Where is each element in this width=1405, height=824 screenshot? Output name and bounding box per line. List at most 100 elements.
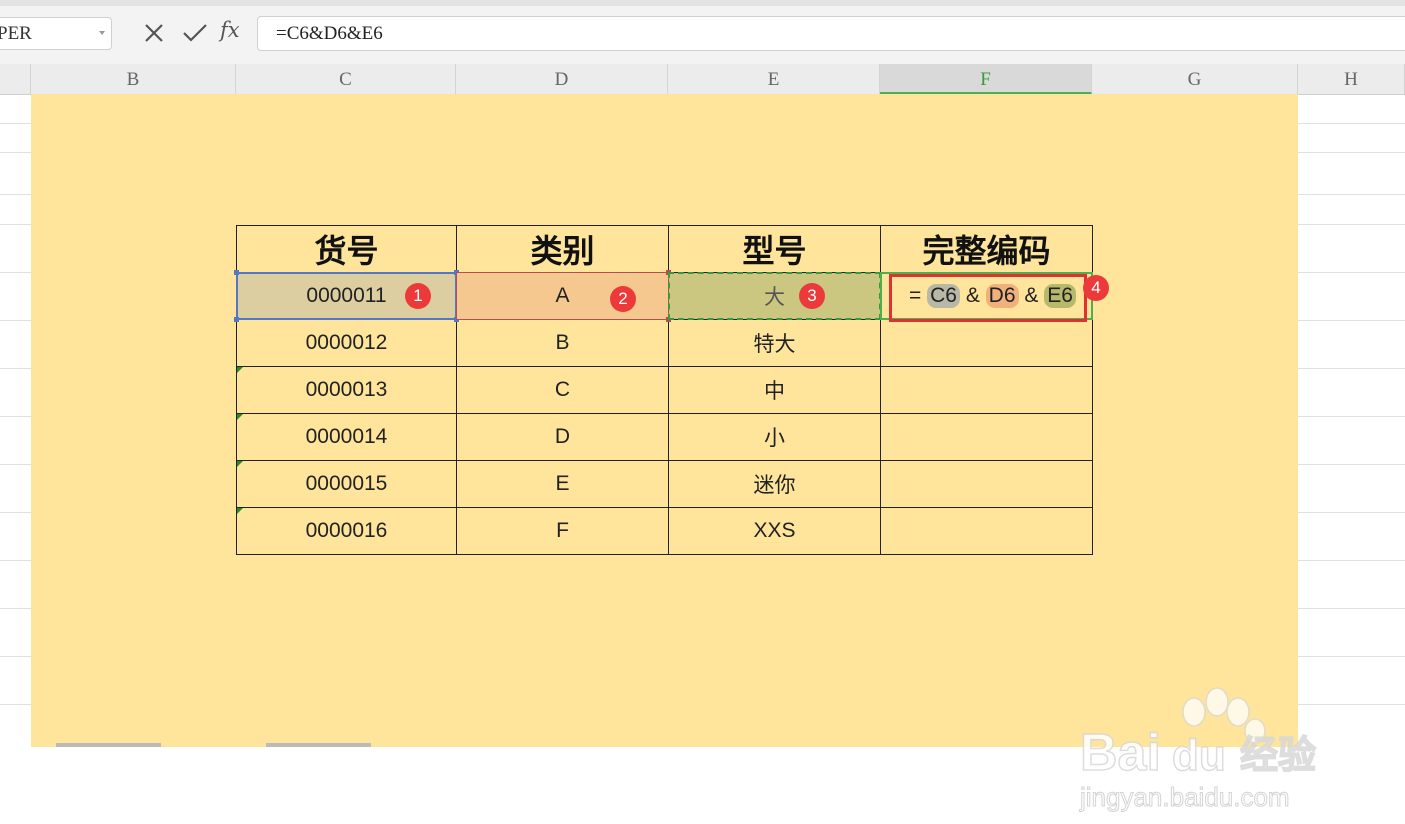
cell-value: 0000014 [305,425,388,448]
table-row: 0000016 F XXS [236,507,1093,555]
formula-ampersand: & [1024,284,1039,307]
header-cell-category[interactable]: 类别 [456,225,669,273]
cell-f6-editing[interactable]: = C6 & D6 & E6 4 [880,272,1109,322]
column-header-h[interactable]: H [1298,64,1405,94]
gridline [0,464,31,465]
gridline [0,512,31,513]
cell-d9[interactable]: D [456,413,669,461]
column-header-g[interactable]: G [1092,64,1298,94]
baidu-jingyan-watermark: Bai du 经验 jingyan.baidu.com [1079,687,1317,813]
cell-d8[interactable]: C [456,366,669,414]
table-header-row: 货号 类别 型号 完整编码 [236,225,1093,273]
gridline [0,194,31,195]
cell-c9[interactable]: 0000014 [236,413,457,461]
gridline [1298,194,1405,195]
data-table: 货号 类别 型号 完整编码 0000011 1 A 2 大 3 = C6 & D… [234,225,1109,555]
table-row: 0000015 E 迷你 [236,460,1093,508]
cell-f11[interactable] [880,507,1093,555]
table-row: 0000014 D 小 [236,413,1093,461]
gridline [0,560,31,561]
formula-ref-e6: E6 [1044,284,1076,308]
header-cell-item-no[interactable]: 货号 [236,225,457,273]
gridline [0,152,31,153]
cell-e10[interactable]: 迷你 [668,460,881,508]
error-indicator-icon [237,461,243,467]
column-header-c[interactable]: C [236,64,456,94]
gridline [1298,656,1405,657]
cell-c11[interactable]: 0000016 [236,507,457,555]
worksheet-grid[interactable]: 货号 类别 型号 完整编码 0000011 1 A 2 大 3 = C6 & D… [0,94,1405,813]
header-cell-full-code[interactable]: 完整编码 [880,225,1093,273]
step-badge-3: 3 [799,283,825,309]
dropdown-arrow-icon[interactable] [99,31,105,35]
gridline [0,656,31,657]
sheet-tab-scrollbar[interactable] [56,743,161,747]
insert-function-icon[interactable]: fx [220,18,240,42]
gridline [0,320,31,321]
gridline [1298,416,1405,417]
reference-border-e6 [668,272,881,320]
gridline [0,224,31,225]
gridline [0,608,31,609]
gridline [1298,560,1405,561]
cell-c8[interactable]: 0000013 [236,366,457,414]
gridline [1298,224,1405,225]
cell-f8[interactable] [880,366,1093,414]
formula-ref-d6: D6 [985,284,1019,308]
gridline [0,123,31,124]
column-header-d[interactable]: D [456,64,668,94]
cell-c6[interactable]: 0000011 1 [234,270,459,322]
cell-f9[interactable] [880,413,1093,461]
column-header-b[interactable]: B [31,64,236,94]
watermark-brand-cn: 经验 [1240,733,1316,777]
cell-e9[interactable]: 小 [668,413,881,461]
formula-edit-text[interactable]: = C6 & D6 & E6 [909,284,1076,308]
cell-d11[interactable]: F [456,507,669,555]
column-header-bar: B C D E F G H [0,64,1405,95]
gridline [1298,272,1405,273]
column-header-e[interactable]: E [668,64,880,94]
gridline [1298,512,1405,513]
formula-bar: PER fx =C6&D6&E6 [0,0,1405,65]
gridline [0,368,31,369]
cell-d10[interactable]: E [456,460,669,508]
cell-e11[interactable]: XXS [668,507,881,555]
gridline [0,272,31,273]
step-badge-2: 2 [610,286,636,312]
error-indicator-icon [237,367,243,373]
table-row: 0000012 B 特大 [236,319,1093,367]
cell-f7[interactable] [880,319,1093,367]
cell-value: 0000016 [305,519,388,542]
step-badge-1: 1 [405,283,431,309]
error-indicator-icon [237,508,243,514]
confirm-check-icon[interactable] [178,16,212,50]
watermark-brand: Bai [1080,724,1161,782]
cell-f10[interactable] [880,460,1093,508]
header-cell-model[interactable]: 型号 [668,225,881,273]
column-header-a[interactable] [0,64,31,94]
formula-ref-c6: C6 [927,284,960,308]
gridline [1298,464,1405,465]
cell-e8[interactable]: 中 [668,366,881,414]
cell-e6[interactable]: 大 3 [668,272,881,320]
error-indicator-icon [237,414,243,420]
name-box[interactable]: PER [0,17,112,50]
gridline [0,416,31,417]
sheet-tab-scrollbar[interactable] [266,743,371,747]
watermark-url: jingyan.baidu.com [1079,782,1290,812]
cell-value: 0000015 [305,472,388,495]
cell-value: 0000013 [305,378,388,401]
formula-input[interactable]: =C6&D6&E6 [257,16,1405,51]
cell-e7[interactable]: 特大 [668,319,881,367]
column-header-f[interactable]: F [880,64,1092,94]
gridline [1298,320,1405,321]
cell-d7[interactable]: B [456,319,669,367]
name-box-value: PER [0,23,32,44]
cell-c10[interactable]: 0000015 [236,460,457,508]
cell-d6[interactable]: A 2 [456,270,671,322]
gridline [0,704,31,705]
table-row: 0000011 1 A 2 大 3 = C6 & D6 & E6 4 [234,270,1109,322]
cancel-x-icon[interactable] [138,16,172,50]
cell-c7[interactable]: 0000012 [236,319,457,367]
resize-handle[interactable] [234,270,239,275]
